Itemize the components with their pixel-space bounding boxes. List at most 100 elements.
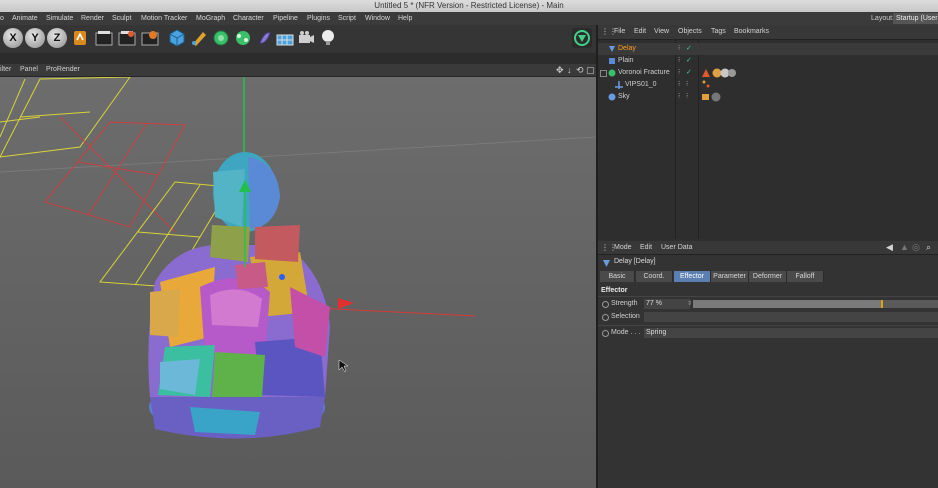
menu-item-script[interactable]: Script xyxy=(338,12,356,25)
lock-icon[interactable]: ◎ xyxy=(912,241,920,254)
menu-item-mograph[interactable]: MoGraph xyxy=(196,12,225,25)
red-plane-wireframe xyxy=(44,116,186,233)
subdivision-surface-icon[interactable] xyxy=(211,28,231,48)
search-icon[interactable]: ⌕ xyxy=(926,241,931,254)
selection-animate-dot[interactable] xyxy=(602,314,609,321)
enabled-check-icon[interactable]: ✓ xyxy=(686,43,692,55)
am-menu-edit[interactable]: Edit xyxy=(640,241,652,254)
layer-dots-icon[interactable]: ⁝ xyxy=(686,91,688,103)
y-axis-lock-button[interactable]: Y xyxy=(25,28,45,48)
object-row-voronoi-fracture[interactable]: Voronoi Fracture ⁝ ✓ xyxy=(598,67,938,79)
viewport-menu-prorender[interactable]: ProRender xyxy=(46,64,80,76)
pen-spline-icon[interactable] xyxy=(189,28,209,48)
viewport-maximize-icon[interactable]: ▢ xyxy=(586,64,595,76)
viewport-move-icon[interactable]: ✥ xyxy=(556,64,564,76)
tab-effector[interactable]: Effector xyxy=(674,271,711,282)
tab-parameter[interactable]: Parameter xyxy=(711,271,749,282)
om-menu-objects[interactable]: Objects xyxy=(678,25,702,39)
attribute-manager-panel: ⋮⋮ Mode Edit User Data ◀ ▲ ◎ ⌕ Delay [De… xyxy=(598,241,938,488)
array-generator-icon[interactable] xyxy=(233,28,253,48)
om-menu-file[interactable]: File xyxy=(614,25,625,39)
attribute-title: Delay [Delay] xyxy=(614,258,656,265)
menu-item-o[interactable]: o xyxy=(0,12,4,25)
viewport-rotate-icon[interactable]: ⟲ xyxy=(576,64,584,76)
layout-switch-icon[interactable] xyxy=(572,28,592,48)
menu-item-plugins[interactable]: Plugins xyxy=(307,12,330,25)
menu-item-window[interactable]: Window xyxy=(365,12,390,25)
enabled-check-icon[interactable]: ✓ xyxy=(686,67,692,79)
tab-basic[interactable]: Basic xyxy=(600,271,635,282)
up-arrow-icon[interactable]: ▲ xyxy=(900,241,909,254)
coordinate-system-icon[interactable] xyxy=(70,28,90,48)
strength-slider[interactable] xyxy=(693,300,938,308)
camera-icon[interactable] xyxy=(296,28,316,48)
object-name: Voronoi Fracture xyxy=(618,69,670,76)
menu-item-pipeline[interactable]: Pipeline xyxy=(273,12,298,25)
tab-deformer[interactable]: Deformer xyxy=(749,271,787,282)
selection-field[interactable] xyxy=(644,312,938,322)
strength-slider-marker[interactable] xyxy=(880,300,883,308)
strength-input[interactable]: 77 % xyxy=(644,299,690,309)
cube-icon[interactable] xyxy=(167,28,187,48)
z-axis-lock-button[interactable]: Z xyxy=(47,28,67,48)
menu-item-character[interactable]: Character xyxy=(233,12,264,25)
render-view-icon[interactable] xyxy=(94,28,114,48)
floor-icon[interactable] xyxy=(275,28,295,48)
layer-dots-icon[interactable]: ⁝ xyxy=(686,79,688,91)
sky-tags-icon[interactable] xyxy=(702,92,722,107)
mode-dropdown[interactable]: Spring xyxy=(644,328,938,338)
light-icon[interactable] xyxy=(318,28,338,48)
am-menu-user-data[interactable]: User Data xyxy=(661,241,693,254)
tab-coord[interactable]: Coord. xyxy=(636,271,673,282)
object-row-delay[interactable]: Delay ⁝ ✓ xyxy=(598,43,938,55)
strength-stepper-icon[interactable]: ⇕ xyxy=(687,298,692,310)
deformer-icon[interactable] xyxy=(255,28,275,48)
selection-parameter: Selection xyxy=(598,311,938,323)
strength-parameter: Strength 77 % ⇕ xyxy=(598,298,938,310)
object-manager-panel: ⋮⋮ File Edit View Objects Tags Bookmarks… xyxy=(598,25,938,239)
tab-falloff[interactable]: Falloff xyxy=(787,271,824,282)
visibility-dots-icon[interactable]: ⁝ xyxy=(678,55,680,67)
am-menu-mode[interactable]: Mode xyxy=(614,241,632,254)
menu-item-motion-tracker[interactable]: Motion Tracker xyxy=(141,12,187,25)
strength-animate-dot[interactable] xyxy=(602,301,609,308)
object-name: VIPS01_0 xyxy=(625,81,657,88)
visibility-dots-icon[interactable]: ⁝ xyxy=(678,43,680,55)
x-axis-lock-button[interactable]: X xyxy=(3,28,23,48)
viewport-menu-filter[interactable]: ilter xyxy=(0,64,11,76)
sky-icon xyxy=(608,93,616,106)
object-row-vips01-0[interactable]: VIPS01_0 ⁝ ⁝ xyxy=(598,79,938,91)
om-menu-edit[interactable]: Edit xyxy=(634,25,646,39)
section-heading-effector: Effector xyxy=(601,287,628,294)
menu-item-animate[interactable]: Animate xyxy=(12,12,38,25)
menu-item-sculpt[interactable]: Sculpt xyxy=(112,12,131,25)
viewport-menubar: ilter Panel ProRender ✥ ↓ ⟲ ▢ xyxy=(0,64,596,77)
om-menu-bookmarks[interactable]: Bookmarks xyxy=(734,25,769,39)
menu-item-render[interactable]: Render xyxy=(81,12,104,25)
3d-viewport[interactable] xyxy=(0,77,596,488)
expand-toggle-icon[interactable] xyxy=(600,70,607,77)
enabled-check-icon[interactable]: ✓ xyxy=(686,55,692,67)
object-row-sky[interactable]: Sky ⁝ ⁝ xyxy=(598,91,938,103)
toolbar-strip xyxy=(0,53,596,64)
viewport-zoom-icon[interactable]: ↓ xyxy=(567,64,572,76)
mode-animate-dot[interactable] xyxy=(602,330,609,337)
layout-label: Layout: xyxy=(871,15,894,22)
viewport-menu-panel[interactable]: Panel xyxy=(20,64,38,76)
layout-dropdown[interactable]: Startup (User) xyxy=(893,13,938,24)
render-settings-icon[interactable] xyxy=(140,28,160,48)
om-menu-view[interactable]: View xyxy=(654,25,669,39)
render-to-picture-viewer-icon[interactable] xyxy=(117,28,137,48)
main-menubar: o Animate Simulate Render Sculpt Motion … xyxy=(0,12,938,26)
visibility-dots-icon[interactable]: ⁝ xyxy=(678,67,680,79)
visibility-dots-icon[interactable]: ⁝ xyxy=(678,91,680,103)
visibility-dots-icon[interactable]: ⁝ xyxy=(678,79,680,91)
menu-item-simulate[interactable]: Simulate xyxy=(46,12,73,25)
object-row-plain[interactable]: Plain ⁝ ✓ xyxy=(598,55,938,67)
om-menu-tags[interactable]: Tags xyxy=(711,25,726,39)
back-arrow-icon[interactable]: ◀ xyxy=(886,241,893,254)
menu-item-help[interactable]: Help xyxy=(398,12,412,25)
main-toolbar: X Y Z xyxy=(0,25,596,53)
object-manager-menubar: ⋮⋮ File Edit View Objects Tags Bookmarks xyxy=(598,25,938,40)
object-name: Plain xyxy=(618,57,634,64)
